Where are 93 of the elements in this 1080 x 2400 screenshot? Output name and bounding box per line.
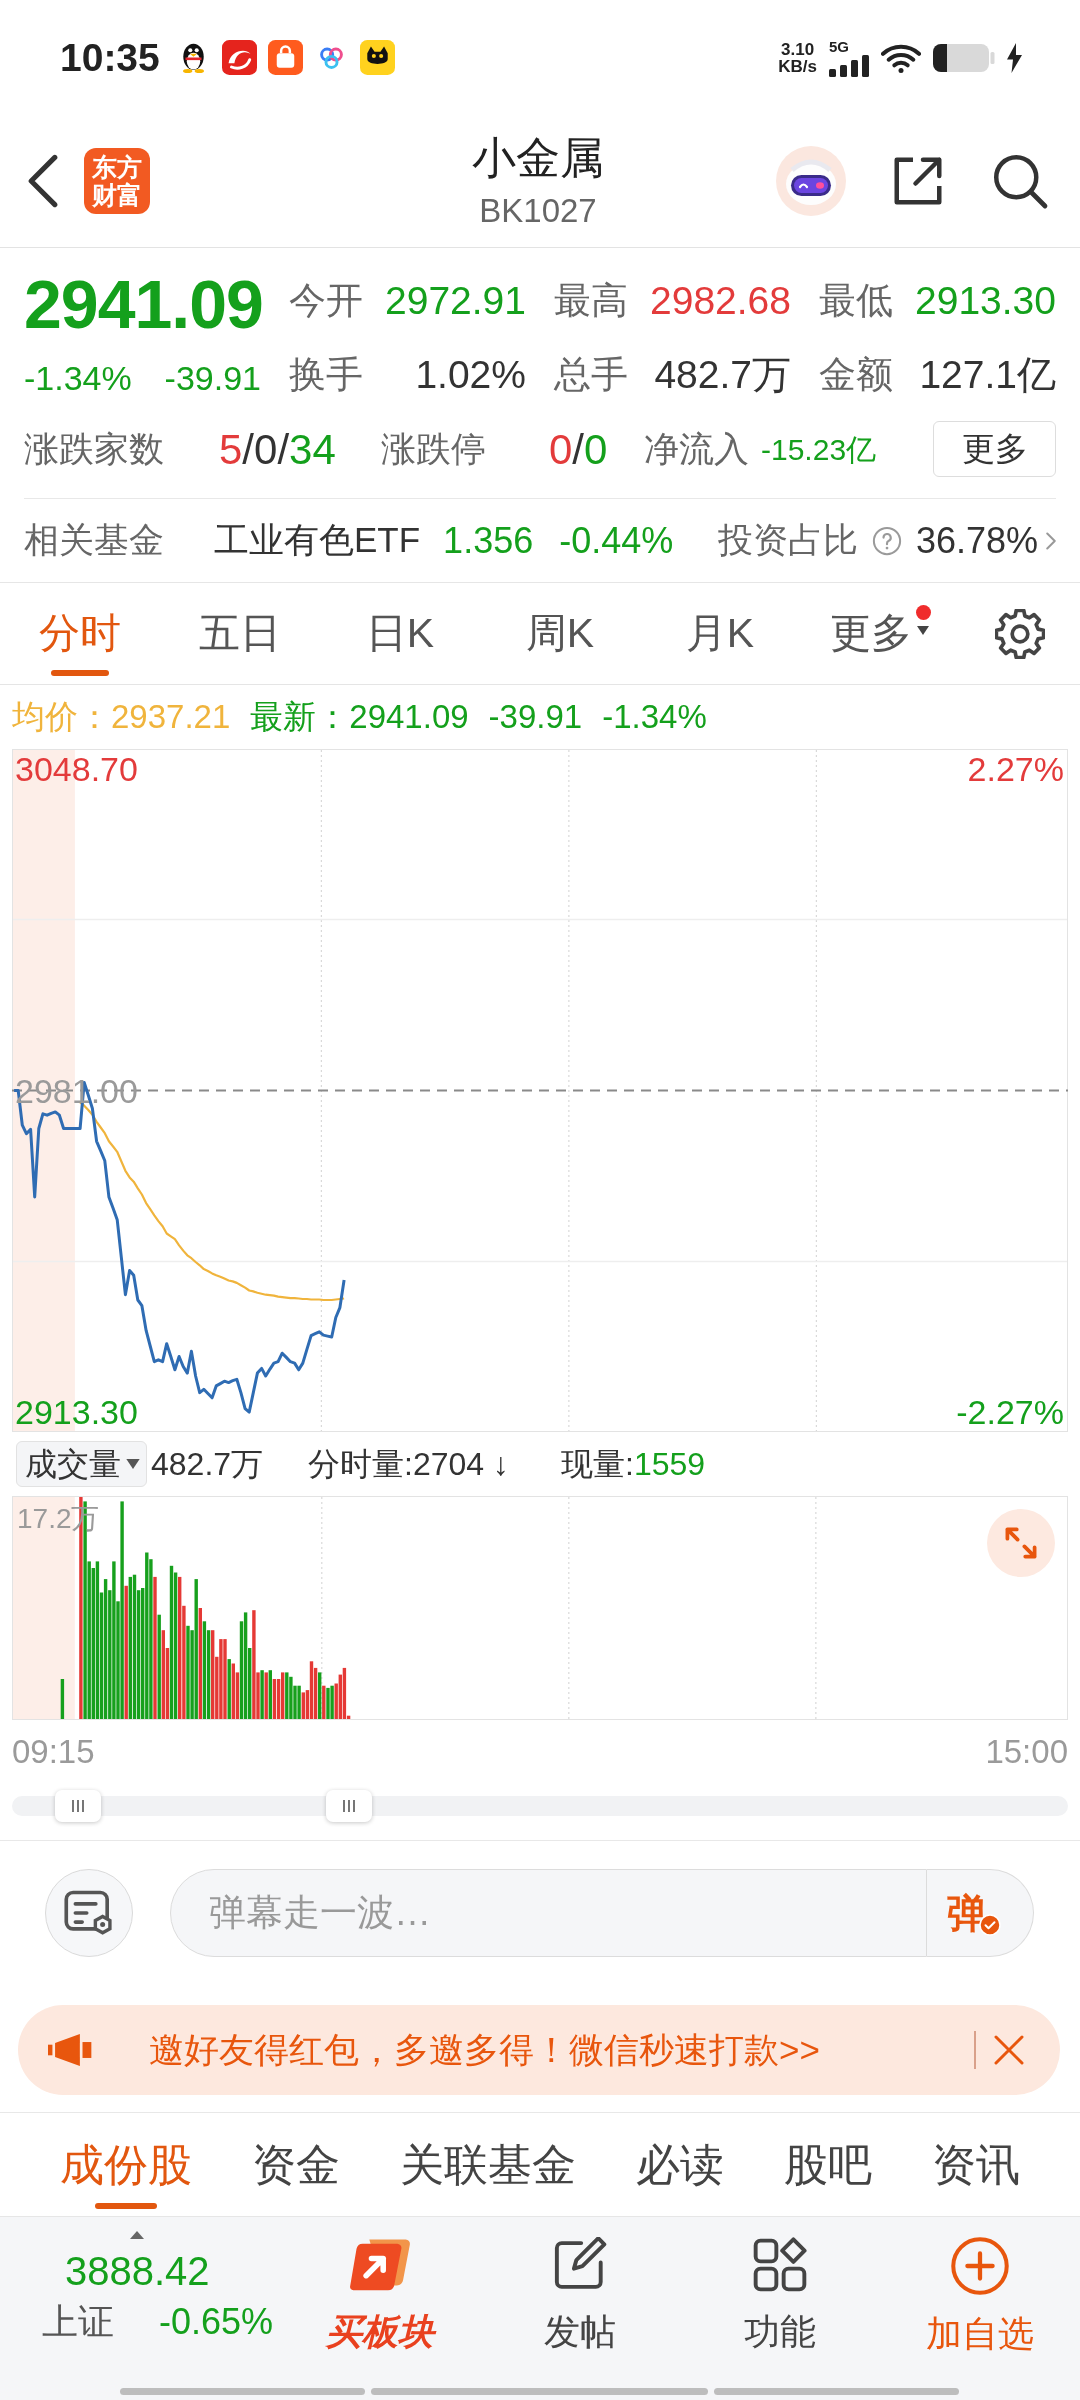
- axis-label: 09:15: [12, 1732, 95, 1772]
- stat-label: 今开: [289, 279, 363, 324]
- index-change: -0.65%: [159, 2300, 274, 2344]
- axis-label: 3048.70: [15, 748, 138, 789]
- indicator-dropdown[interactable]: 成交量: [16, 1441, 147, 1487]
- section-tab[interactable]: 资金: [252, 2113, 340, 2216]
- stat-label: 净流入: [644, 427, 749, 470]
- chart-tab[interactable]: 分时: [0, 583, 160, 684]
- page-title: 小金属: [472, 132, 604, 184]
- fund-change: -0.44%: [559, 518, 674, 563]
- section-tab[interactable]: 成份股: [60, 2113, 192, 2216]
- caret-down-icon: [126, 1459, 140, 1469]
- sector-code: BK1027: [479, 191, 597, 231]
- volume-bar: [60, 1679, 65, 1719]
- section-tab[interactable]: 关联基金: [400, 2113, 576, 2216]
- network-type: 5G: [829, 38, 849, 54]
- stat-value: 1.02%: [415, 351, 526, 398]
- stat-label: 投资占比: [717, 519, 858, 562]
- more-button[interactable]: 更多: [933, 421, 1056, 477]
- chevron-right-icon[interactable]: [1046, 531, 1056, 550]
- index-name: 上证: [42, 2300, 114, 2344]
- current-volume: 现量:1559: [561, 1445, 706, 1484]
- stat-value: 127.1亿: [919, 351, 1056, 398]
- settings-icon[interactable]: [995, 608, 1045, 659]
- slider-handle[interactable]: [326, 1790, 372, 1822]
- danmaku-input[interactable]: 弹幕走一波…: [170, 1869, 927, 1957]
- total-volume: 482.7万: [151, 1445, 264, 1484]
- charging-icon: [1007, 42, 1022, 73]
- signal-icon: [829, 54, 869, 77]
- legend-item: 均价：2937.21: [12, 697, 231, 738]
- limit-up-down-value: 0/0: [549, 424, 609, 475]
- caret-up-icon[interactable]: [130, 2231, 144, 2239]
- grip-icon: [71, 1800, 85, 1812]
- stat-label: 相关基金: [24, 519, 165, 562]
- minute-volume: 分时量:2704 ↓: [308, 1445, 510, 1484]
- stat-value: 2972.91: [385, 277, 526, 324]
- swirl-icon: [221, 40, 257, 75]
- arrow-tile-icon: [348, 2237, 412, 2293]
- stat-value: 2982.68: [650, 277, 791, 324]
- section-tab[interactable]: 股吧: [784, 2113, 872, 2216]
- functions-button[interactable]: 功能: [744, 2237, 816, 2357]
- network-speed: 3.10: [781, 40, 815, 58]
- net-inflow-value: -15.23亿: [761, 431, 877, 468]
- advance-decline-value: 5/0/34: [219, 424, 337, 475]
- fund-name[interactable]: 工业有色ETF: [214, 514, 421, 567]
- post-button[interactable]: 发帖: [544, 2237, 616, 2357]
- wifi-icon: [881, 42, 921, 73]
- section-tab[interactable]: 必读: [636, 2113, 724, 2216]
- back-icon[interactable]: [26, 154, 60, 208]
- last-price: 2941.09: [24, 265, 261, 344]
- speed-unit: KB/s: [778, 57, 817, 75]
- stat-label: 涨跌停: [381, 427, 487, 470]
- change-value: -39.91: [164, 358, 261, 399]
- legend-item: -1.34%: [602, 697, 707, 738]
- ratio-value: 36.78%: [915, 518, 1038, 563]
- legend-item: -39.91: [488, 697, 583, 738]
- axis-label: -2.27%: [956, 1392, 1064, 1433]
- close-icon[interactable]: [992, 2033, 1026, 2067]
- range-slider-track[interactable]: [12, 1790, 1068, 1822]
- status-time: 10:35: [60, 38, 160, 77]
- add-icon: [951, 2237, 1009, 2295]
- megaphone-icon: [48, 2032, 94, 2068]
- chart-tab[interactable]: 周K: [480, 583, 640, 684]
- change-percent: -1.34%: [24, 358, 132, 399]
- chart-tab[interactable]: 日K: [320, 583, 480, 684]
- lock-icon: [267, 40, 303, 75]
- cat-icon: [359, 40, 395, 75]
- stat-label: 金额: [819, 353, 893, 398]
- stat-label: 涨跌家数: [24, 427, 165, 470]
- chart-tab[interactable]: 更多: [800, 583, 960, 684]
- section-tab[interactable]: 资讯: [932, 2113, 1020, 2216]
- grid-icon: [752, 2237, 808, 2293]
- stat-label: 总手: [554, 353, 628, 398]
- stat-value: 2913.30: [915, 277, 1056, 324]
- list-settings-icon: [64, 1888, 114, 1938]
- legend-item: 最新：2941.09: [250, 697, 469, 738]
- axis-label: 2.27%: [967, 748, 1064, 789]
- chart-tab[interactable]: 五日: [160, 583, 320, 684]
- grip-icon: [342, 1800, 356, 1812]
- stat-value: 482.7万: [654, 351, 791, 398]
- index-price: 3888.42: [65, 2248, 210, 2295]
- expand-icon: [1004, 1526, 1038, 1560]
- axis-label: 2913.30: [15, 1392, 138, 1433]
- stat-label: 换手: [289, 353, 363, 398]
- robot-icon[interactable]: [776, 146, 846, 216]
- stat-label: 最高: [554, 279, 628, 324]
- help-icon[interactable]: [871, 525, 902, 556]
- axis-label: 15:00: [985, 1732, 1068, 1772]
- stat-label: 最低: [819, 279, 893, 324]
- battery-icon: [933, 42, 995, 73]
- fund-price: 1.356: [443, 518, 534, 563]
- slider-handle[interactable]: [55, 1790, 101, 1822]
- chart-tab[interactable]: 月K: [640, 583, 800, 684]
